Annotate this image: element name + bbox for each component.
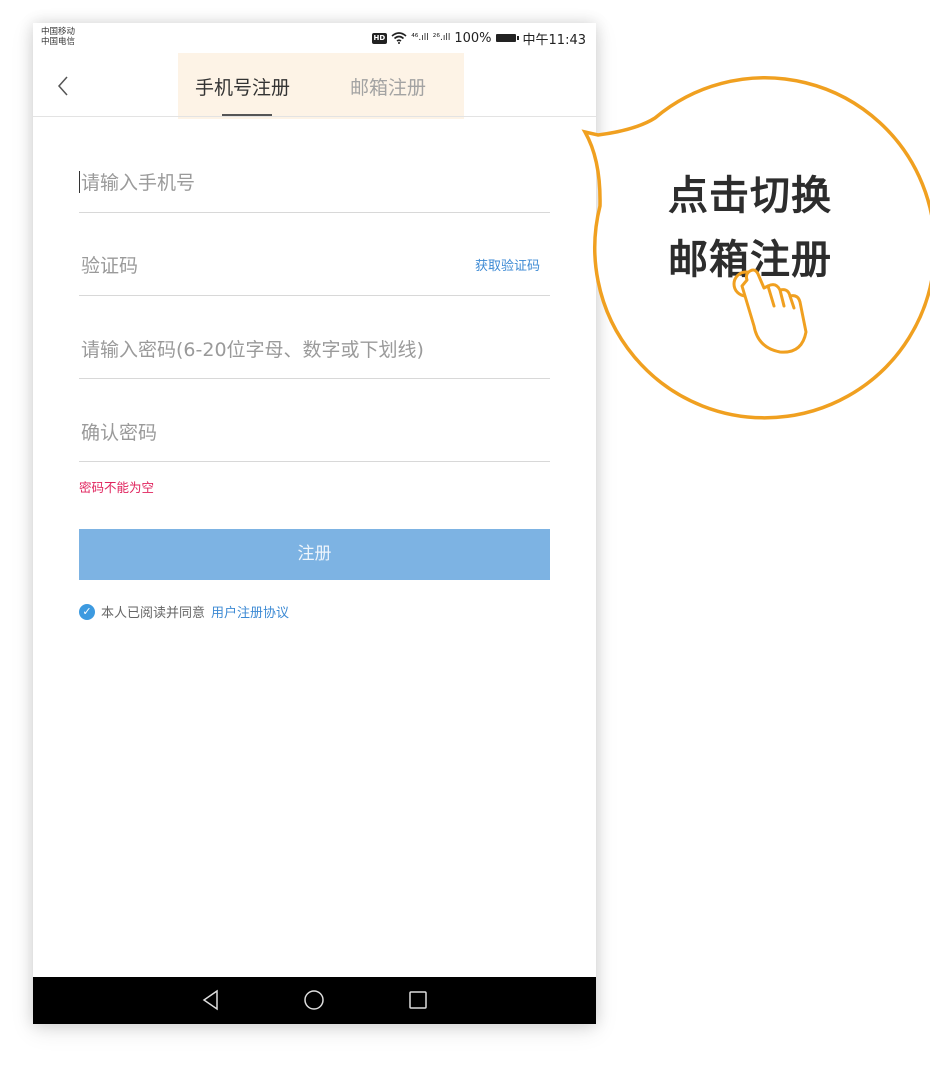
carrier-1: 中国移动 xyxy=(41,27,76,37)
back-button[interactable] xyxy=(51,71,75,101)
agreement-link[interactable]: 用户注册协议 xyxy=(211,602,289,621)
signal-icon-1: ⁴⁶.ıll xyxy=(411,33,429,43)
carrier-info: 中国移动 中国电信 xyxy=(41,27,75,47)
signal-icon-2: ²⁶.ıll xyxy=(432,33,451,43)
hd-badge: HD xyxy=(371,32,388,44)
nav-home-icon[interactable] xyxy=(301,987,327,1013)
agreement-row: ✓ 本人已阅读并同意 用户注册协议 xyxy=(79,602,289,621)
checkmark-icon[interactable]: ✓ xyxy=(79,603,95,620)
chevron-left-icon xyxy=(57,76,68,96)
text-caret xyxy=(79,171,80,193)
status-time: 中午11:43 xyxy=(522,32,586,48)
password-input[interactable]: 请输入密码(6-20位字母、数字或下划线) xyxy=(81,335,424,362)
agreement-text: 本人已阅读并同意 xyxy=(101,606,206,621)
battery-percent: 100% xyxy=(454,30,492,46)
code-input[interactable]: 验证码 xyxy=(81,251,138,278)
get-code-button[interactable]: 获取验证码 xyxy=(475,255,540,274)
wifi-icon xyxy=(391,32,407,44)
error-message: 密码不能为空 xyxy=(79,480,155,495)
callout-line-1: 点击切换 xyxy=(668,173,832,219)
password-underline xyxy=(79,378,550,379)
carrier-2: 中国电信 xyxy=(41,37,76,47)
nav-back-icon[interactable] xyxy=(198,987,224,1013)
tab-email-register[interactable]: 邮箱注册 xyxy=(350,73,426,103)
nav-recents-icon[interactable] xyxy=(405,987,431,1013)
phone-underline xyxy=(79,212,550,213)
code-underline xyxy=(79,295,550,296)
confirm-underline xyxy=(79,461,550,462)
tab-phone-register[interactable]: 手机号注册 xyxy=(195,73,290,103)
status-indicators: HD ⁴⁶.ıll ²⁶.ıll 100% 中午11:43 xyxy=(371,30,586,48)
header-divider xyxy=(33,116,596,117)
system-nav-bar xyxy=(33,977,596,1024)
hand-pointer-icon xyxy=(732,268,808,354)
register-button[interactable]: 注册 xyxy=(79,529,550,580)
confirm-password-input[interactable]: 确认密码 xyxy=(81,418,157,445)
battery-icon xyxy=(495,34,519,42)
phone-screen: 中国移动 中国电信 HD ⁴⁶.ıll ²⁶.ıll 100% 中午11:43 … xyxy=(33,23,596,1024)
phone-input[interactable]: 请输入手机号 xyxy=(81,168,195,195)
